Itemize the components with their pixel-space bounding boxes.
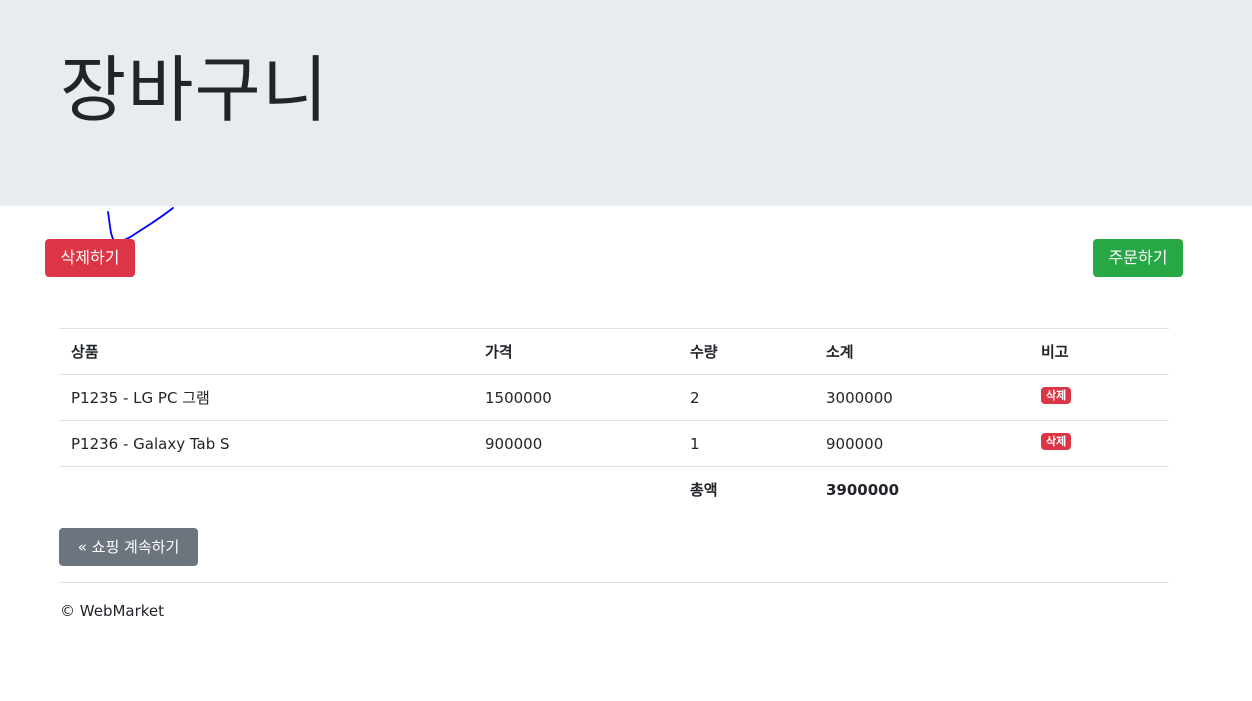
footer-copyright: © WebMarket — [60, 602, 165, 620]
total-empty-cell — [59, 466, 473, 513]
product-name: P1236 - Galaxy Tab S — [59, 420, 473, 467]
table-row: P1236 - Galaxy Tab S 900000 1 900000 삭제 — [59, 420, 1169, 467]
total-row: 총액 3900000 — [59, 466, 1169, 513]
order-button[interactable]: 주문하기 — [1093, 239, 1183, 277]
remove-item-button[interactable]: 삭제 — [1041, 433, 1072, 450]
product-quantity: 1 — [678, 420, 814, 467]
delete-all-button[interactable]: 삭제하기 — [45, 239, 135, 277]
page-title: 장바구니 — [60, 48, 329, 132]
product-price: 1500000 — [473, 374, 678, 421]
page-header: 장바구니 — [0, 0, 1252, 206]
total-empty-cell — [1029, 466, 1169, 513]
footer-divider — [59, 582, 1169, 583]
product-quantity: 2 — [678, 374, 814, 421]
product-price: 900000 — [473, 420, 678, 467]
column-header-product: 상품 — [59, 328, 473, 375]
column-header-price: 가격 — [473, 328, 678, 375]
row-action-cell: 삭제 — [1029, 374, 1169, 421]
remove-item-button[interactable]: 삭제 — [1041, 387, 1072, 404]
product-name: P1235 - LG PC 그램 — [59, 374, 473, 421]
cart-table: 상품 가격 수량 소계 비고 P1235 - LG PC 그램 1500000 … — [59, 328, 1169, 513]
total-label: 총액 — [678, 466, 814, 513]
table-row: P1235 - LG PC 그램 1500000 2 3000000 삭제 — [59, 374, 1169, 421]
continue-shopping-button[interactable]: « 쇼핑 계속하기 — [59, 528, 198, 566]
column-header-note: 비고 — [1029, 328, 1169, 375]
row-action-cell: 삭제 — [1029, 420, 1169, 467]
total-value: 3900000 — [814, 466, 1029, 513]
total-empty-cell — [473, 466, 678, 513]
product-subtotal: 3000000 — [814, 374, 1029, 421]
table-header-row: 상품 가격 수량 소계 비고 — [59, 328, 1169, 375]
column-header-quantity: 수량 — [678, 328, 814, 375]
product-subtotal: 900000 — [814, 420, 1029, 467]
column-header-subtotal: 소계 — [814, 328, 1029, 375]
